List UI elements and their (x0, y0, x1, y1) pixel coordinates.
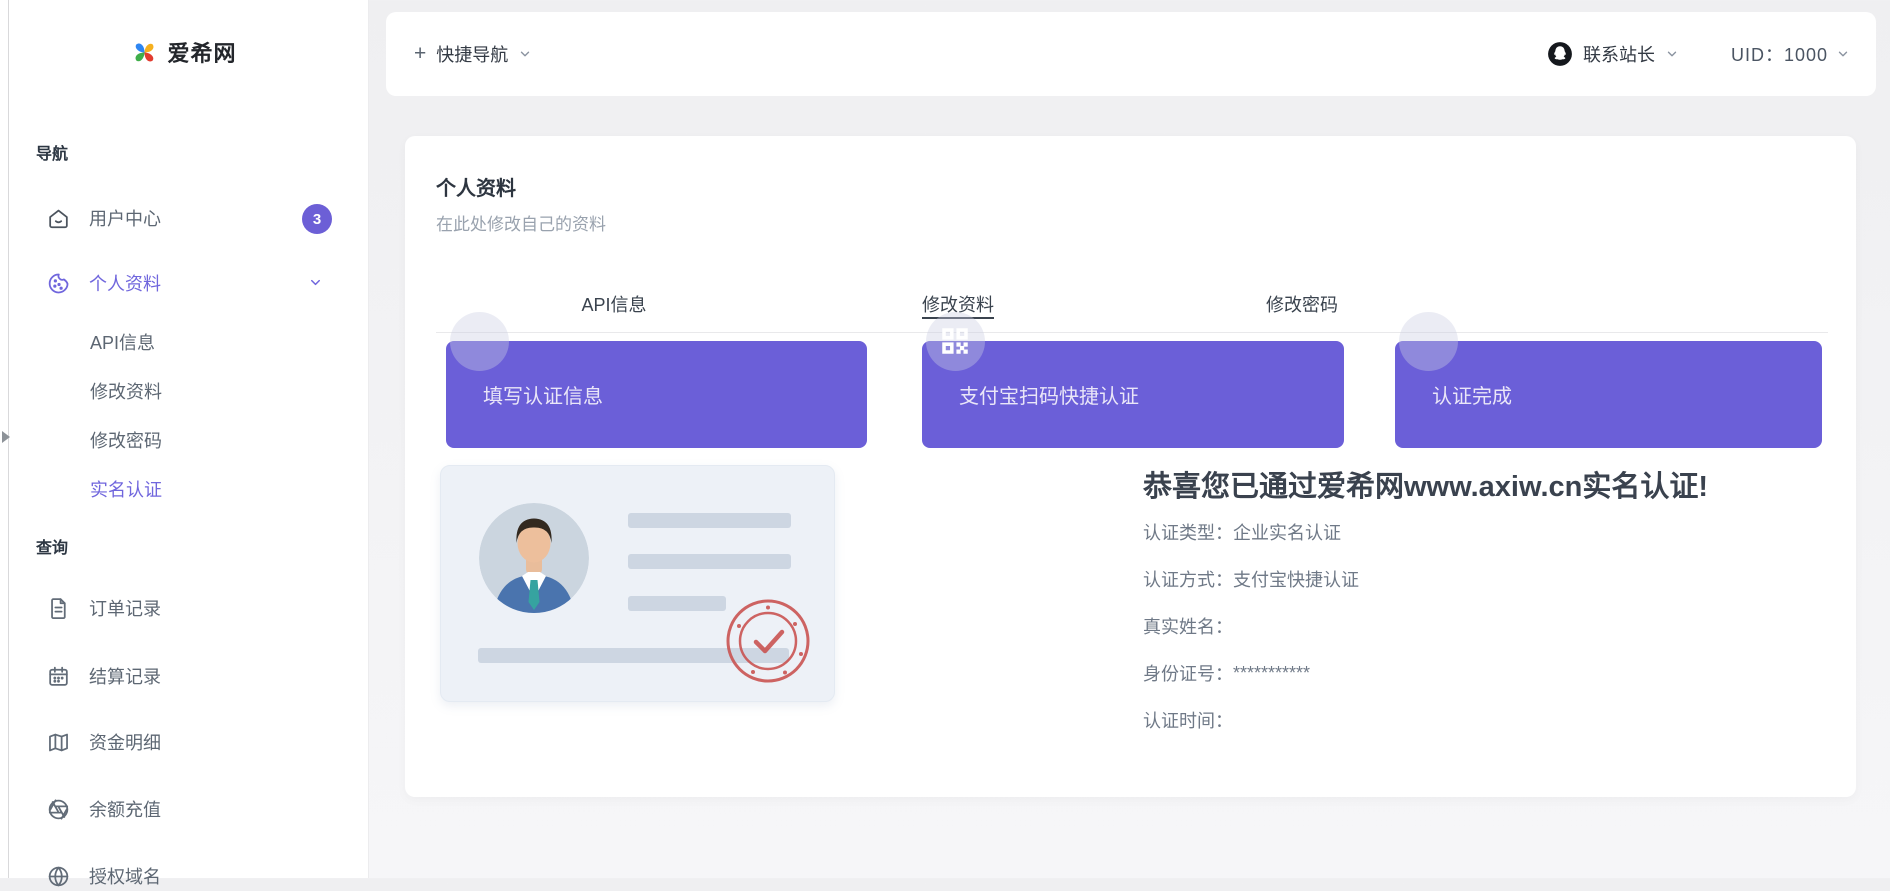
placeholder-line (628, 596, 726, 611)
field-auth-type: 认证类型：企业实名认证 (1143, 521, 1341, 543)
tab-divider (436, 332, 1828, 333)
sidebar: 爱希网 导航 用户中心 3 个人资料 (0, 0, 369, 878)
brand-name: 爱希网 (167, 36, 236, 68)
page-title: 个人资料 (436, 172, 516, 201)
sidebar-item-authorized-domains[interactable]: 授权域名 (46, 861, 161, 891)
step-fill-info: 填写认证信息 (446, 341, 867, 448)
sidebar-subitem-change-password[interactable]: 修改密码 (90, 426, 162, 454)
verified-stamp-icon (725, 598, 811, 684)
field-auth-method: 认证方式：支付宝快捷认证 (1143, 568, 1359, 590)
qq-icon (1547, 41, 1573, 67)
profile-card: 个人资料 在此处修改自己的资料 API信息 修改资料 修改密码 填写认证信息 (405, 136, 1856, 797)
contact-webmaster-dropdown[interactable]: 联系站长 (1547, 41, 1679, 67)
home-icon (46, 206, 71, 231)
sidebar-item-label: 个人资料 (89, 270, 161, 296)
uid-dropdown[interactable]: UID：1000 (1731, 41, 1850, 67)
sidebar-item-label: 用户中心 (89, 205, 161, 231)
plus-icon: + (414, 42, 426, 66)
sidebar-item-settlement-records[interactable]: 结算记录 (46, 661, 161, 691)
sidebar-item-balance-recharge[interactable]: 余额充值 (46, 794, 161, 824)
sidebar-item-user-center[interactable]: 用户中心 (46, 203, 161, 233)
placeholder-line (628, 554, 791, 569)
pinwheel-logo-icon (131, 39, 158, 66)
notification-badge[interactable]: 3 (302, 204, 332, 234)
decorative-circle (1399, 312, 1458, 371)
field-real-name: 真实姓名： (1143, 615, 1233, 637)
quick-nav-dropdown[interactable]: + 快捷导航 (414, 12, 532, 96)
sidebar-subitem-api-info[interactable]: API信息 (90, 328, 155, 356)
chevron-down-icon (1665, 47, 1679, 61)
field-id-number: 身份证号：*********** (1143, 662, 1310, 684)
aperture-icon (46, 797, 71, 822)
chevron-down-icon (1836, 47, 1850, 61)
step-alipay-scan: 支付宝扫码快捷认证 (922, 341, 1344, 448)
decorative-circle (450, 312, 509, 371)
document-icon (46, 596, 71, 621)
topbar: + 快捷导航 联系站长 UID：1000 (386, 12, 1876, 96)
globe-icon (46, 864, 71, 889)
page-subtitle: 在此处修改自己的资料 (436, 210, 606, 235)
field-auth-time: 认证时间： (1143, 709, 1233, 731)
avatar (479, 503, 589, 613)
brand-logo[interactable]: 爱希网 (0, 28, 368, 76)
id-card-illustration (440, 465, 835, 702)
cookie-icon (46, 271, 71, 296)
auth-success-headline: 恭喜您已通过爱希网www.axiw.cn实名认证! (1143, 463, 1708, 505)
qr-code-icon (938, 324, 972, 358)
sidebar-subitem-real-name-auth[interactable]: 实名认证 (90, 475, 162, 503)
chevron-down-icon (518, 47, 532, 61)
calendar-icon (46, 664, 71, 689)
sidebar-item-order-records[interactable]: 订单记录 (46, 593, 161, 623)
sidebar-item-fund-details[interactable]: 资金明细 (46, 727, 161, 757)
placeholder-line (628, 513, 791, 528)
sidebar-subitem-edit-profile[interactable]: 修改资料 (90, 377, 162, 405)
topbar-right: 联系站长 UID：1000 (1547, 12, 1850, 96)
sidebar-item-profile[interactable]: 个人资料 (46, 268, 161, 298)
chevron-down-icon[interactable] (308, 275, 323, 290)
page: 爱希网 导航 用户中心 3 个人资料 (0, 0, 1890, 878)
sidebar-collapse-arrow-icon[interactable] (2, 431, 10, 443)
sidebar-section-nav: 导航 (36, 140, 68, 164)
step-auth-complete: 认证完成 (1395, 341, 1822, 448)
uid-value: 1000 (1784, 45, 1828, 65)
sidebar-section-query: 查询 (36, 534, 68, 558)
map-icon (46, 730, 71, 755)
uid-label: UID： (1731, 45, 1784, 65)
